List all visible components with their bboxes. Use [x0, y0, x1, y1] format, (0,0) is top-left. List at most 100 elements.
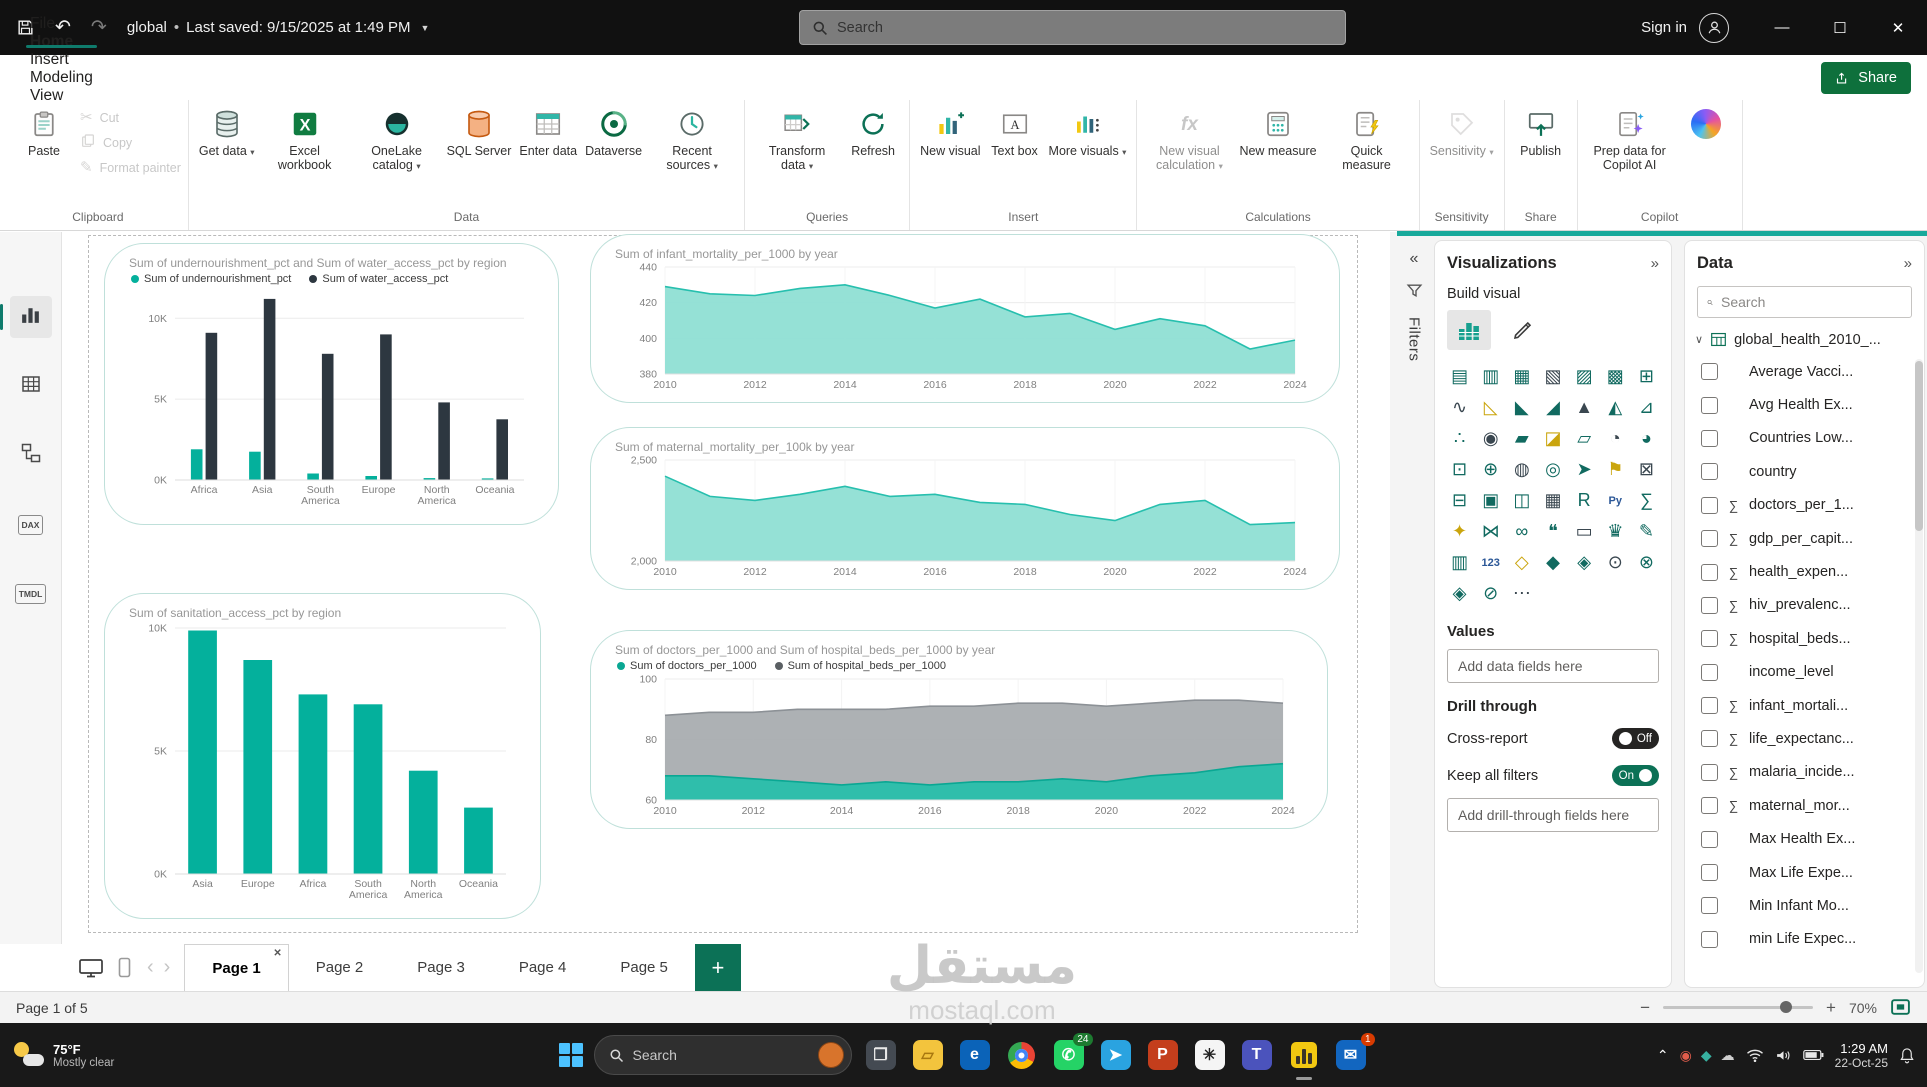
- ribbon-scrollbar[interactable]: [1397, 231, 1927, 236]
- weather-widget[interactable]: 75°F Mostly clear: [12, 1039, 114, 1071]
- field-checkbox[interactable]: [1701, 564, 1718, 581]
- field-checkbox[interactable]: [1701, 530, 1718, 547]
- visual-type-icon[interactable]: ▣: [1476, 486, 1505, 515]
- desktop-layout-icon[interactable]: [78, 957, 104, 979]
- visual-type-icon[interactable]: ➤: [1570, 455, 1599, 484]
- visual-type-icon[interactable]: ⊗: [1632, 548, 1661, 577]
- field-row-min-life-expec[interactable]: min Life Expec...: [1685, 923, 1924, 956]
- field-row-min-infant-mo[interactable]: Min Infant Mo...: [1685, 889, 1924, 922]
- field-row-life-expectanc[interactable]: ∑life_expectanc...: [1685, 722, 1924, 755]
- page-tab-page-4[interactable]: Page 4: [492, 944, 594, 991]
- ribbon-button-prep-data-for-copilot-ai[interactable]: Prep data for Copilot AI: [1585, 105, 1675, 173]
- ribbon-button-transform-data[interactable]: Transform data ▾: [752, 105, 842, 173]
- mail-icon[interactable]: ✉1: [1333, 1037, 1369, 1073]
- field-checkbox[interactable]: [1701, 897, 1718, 914]
- search-input[interactable]: [837, 20, 1333, 36]
- page-tab-page-5[interactable]: Page 5: [593, 944, 695, 991]
- visual-type-icon[interactable]: ⋈: [1476, 517, 1505, 546]
- telegram-icon[interactable]: ➤: [1098, 1037, 1134, 1073]
- collapse-data-panel-icon[interactable]: »: [1904, 255, 1912, 272]
- zoom-slider[interactable]: [1663, 1006, 1813, 1009]
- notification-bell-icon[interactable]: [1899, 1047, 1915, 1064]
- visual-type-icon[interactable]: ▦: [1538, 486, 1567, 515]
- visual-type-icon[interactable]: 123: [1476, 548, 1505, 577]
- field-checkbox[interactable]: [1701, 831, 1718, 848]
- visual-type-icon[interactable]: ▩: [1601, 362, 1630, 391]
- collapse-visualizations-icon[interactable]: »: [1651, 255, 1659, 272]
- field-row-maternal-mor[interactable]: ∑maternal_mor...: [1685, 789, 1924, 822]
- field-row-avg-health-ex[interactable]: Avg Health Ex...: [1685, 388, 1924, 421]
- field-row-country[interactable]: country: [1685, 455, 1924, 488]
- rail-dax-query-view[interactable]: DAX: [10, 503, 52, 545]
- field-row-gdp-per-capit[interactable]: ∑gdp_per_capit...: [1685, 522, 1924, 555]
- visual-type-icon[interactable]: ∑: [1632, 486, 1661, 515]
- field-checkbox[interactable]: [1701, 797, 1718, 814]
- clock[interactable]: 1:29 AM 22-Oct-25: [1835, 1041, 1888, 1070]
- field-row-malaria-incide[interactable]: ∑malaria_incide...: [1685, 756, 1924, 789]
- visual-type-icon[interactable]: ⊘: [1476, 579, 1505, 608]
- powerbi-icon[interactable]: [1286, 1037, 1322, 1073]
- ribbon-button-excel-workbook[interactable]: XExcel workbook: [260, 105, 350, 173]
- visual-type-icon[interactable]: ◣: [1507, 393, 1536, 422]
- sign-in-link[interactable]: Sign in: [1641, 19, 1687, 36]
- page-tab-page-2[interactable]: Page 2: [289, 944, 391, 991]
- visual-type-icon[interactable]: ▧: [1538, 362, 1567, 391]
- titlebar-search[interactable]: [799, 10, 1346, 45]
- volume-icon[interactable]: [1775, 1048, 1792, 1063]
- ribbon-button-recent-sources[interactable]: Recent sources ▾: [647, 105, 737, 173]
- close-button[interactable]: ✕: [1869, 0, 1927, 55]
- visual-type-icon[interactable]: ✎: [1632, 517, 1661, 546]
- field-row-hospital-beds[interactable]: ∑hospital_beds...: [1685, 622, 1924, 655]
- visual-type-icon[interactable]: ◈: [1570, 548, 1599, 577]
- ribbon-button-new-visual-calculation[interactable]: fxNew visual calculation ▾: [1144, 105, 1234, 173]
- page-tab-page-3[interactable]: Page 3: [390, 944, 492, 991]
- field-checkbox[interactable]: [1701, 430, 1718, 447]
- visual-type-icon[interactable]: ⊠: [1632, 455, 1661, 484]
- wifi-icon[interactable]: [1746, 1048, 1764, 1063]
- data-search[interactable]: [1697, 286, 1912, 318]
- filters-panel-title[interactable]: Filters: [1406, 317, 1423, 361]
- visual-type-icon[interactable]: R: [1570, 486, 1599, 515]
- data-panel-scrollbar[interactable]: [1915, 359, 1923, 973]
- page-tab-page-1[interactable]: Page 1✕: [184, 944, 288, 991]
- chatgpt-icon[interactable]: ✳: [1192, 1037, 1228, 1073]
- ribbon-button-format-painter[interactable]: ✎Format painter: [80, 160, 181, 175]
- teams-icon[interactable]: T: [1239, 1037, 1275, 1073]
- field-row-health-expen[interactable]: ∑health_expen...: [1685, 555, 1924, 588]
- expand-filters-icon[interactable]: «: [1410, 250, 1419, 268]
- bing-daily-icon[interactable]: [818, 1042, 844, 1068]
- visual-type-icon[interactable]: ⊞: [1632, 362, 1661, 391]
- field-checkbox[interactable]: [1701, 397, 1718, 414]
- keep-all-filters-toggle[interactable]: On: [1612, 765, 1659, 786]
- visual-type-icon[interactable]: ◉: [1476, 424, 1505, 453]
- task-view-icon[interactable]: ❐: [863, 1037, 899, 1073]
- rail-tmdl-view[interactable]: TMDL: [10, 572, 52, 614]
- menu-item-insert[interactable]: Insert: [30, 51, 93, 69]
- ribbon-button-copilot[interactable]: [1677, 105, 1735, 144]
- ribbon-button-quick-measure[interactable]: Quick measure: [1322, 105, 1412, 173]
- visual-sum-of-undernourishment-pct-and-sum-of-w[interactable]: Sum of undernourishment_pct and Sum of w…: [104, 243, 559, 525]
- taskbar-search[interactable]: [594, 1035, 852, 1075]
- menu-item-home[interactable]: Home: [30, 33, 93, 51]
- field-checkbox[interactable]: [1701, 630, 1718, 647]
- visual-type-icon[interactable]: ▨: [1570, 362, 1599, 391]
- start-button[interactable]: [559, 1043, 583, 1067]
- field-checkbox[interactable]: [1701, 764, 1718, 781]
- visual-type-icon[interactable]: ⚑: [1601, 455, 1630, 484]
- visual-type-icon[interactable]: ◭: [1601, 393, 1630, 422]
- ribbon-button-sql-server[interactable]: SQL Server: [444, 105, 515, 158]
- visual-type-icon[interactable]: ◎: [1538, 455, 1567, 484]
- table-tree-item[interactable]: ∨ global_health_2010_...: [1685, 322, 1924, 355]
- field-row-max-life-expe[interactable]: Max Life Expe...: [1685, 856, 1924, 889]
- report-canvas[interactable]: Sum of undernourishment_pct and Sum of w…: [62, 232, 1390, 944]
- visual-type-icon[interactable]: ⋯: [1507, 579, 1536, 608]
- visual-type-icon[interactable]: ▤: [1445, 362, 1474, 391]
- visual-type-icon[interactable]: ◢: [1538, 393, 1567, 422]
- zoom-out-button[interactable]: −: [1640, 998, 1650, 1018]
- field-row-average-vacci[interactable]: Average Vacci...: [1685, 355, 1924, 388]
- field-row-infant-mortali[interactable]: ∑infant_mortali...: [1685, 689, 1924, 722]
- visual-type-icon[interactable]: ◫: [1507, 486, 1536, 515]
- visual-type-icon[interactable]: ⊕: [1476, 455, 1505, 484]
- ribbon-button-enter-data[interactable]: Enter data: [516, 105, 580, 158]
- share-button[interactable]: Share: [1821, 62, 1911, 94]
